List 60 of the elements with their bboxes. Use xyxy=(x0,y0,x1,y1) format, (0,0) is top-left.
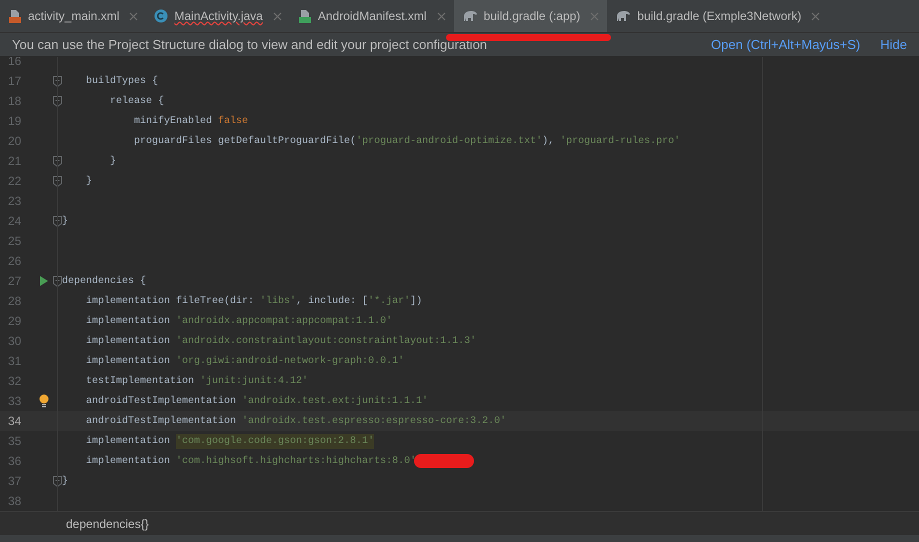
class-icon xyxy=(154,9,168,23)
line-number: 31 xyxy=(7,353,22,370)
line-number: 18 xyxy=(7,93,22,110)
editor-tab[interactable]: AndroidManifest.xml xyxy=(290,0,454,32)
line-number: 27 xyxy=(7,273,22,290)
line-number: 35 xyxy=(7,433,22,450)
editor-tab[interactable]: MainActivity.java xyxy=(146,0,290,32)
code-line: } xyxy=(62,214,68,228)
line-number: 20 xyxy=(7,133,22,150)
line-number: 38 xyxy=(7,493,22,510)
line-number: 30 xyxy=(7,333,22,350)
close-icon[interactable] xyxy=(129,12,138,20)
code-line: testImplementation 'junit:junit:4.12' xyxy=(85,374,308,388)
line-number: 24 xyxy=(7,213,22,230)
editor-tab[interactable]: activity_main.xml xyxy=(0,0,146,32)
code-line: buildTypes { xyxy=(85,74,158,88)
code-line: implementation 'androidx.constraintlayout:constraintlayout:1.1.3' xyxy=(85,334,476,348)
code-line: implementation 'com.google.code.gson:gson:2.8.1' xyxy=(85,434,374,448)
line-number: 21 xyxy=(7,153,22,170)
run-icon[interactable] xyxy=(40,276,48,286)
elephant-icon xyxy=(615,10,632,22)
line-number: 33 xyxy=(7,393,22,410)
banner-link[interactable]: Hide xyxy=(880,34,907,54)
close-icon[interactable] xyxy=(436,12,446,20)
code-line: } xyxy=(62,474,68,488)
editor-tab[interactable]: build.gradle (Exmple3Network) xyxy=(607,0,828,32)
line-number: 36 xyxy=(7,453,22,470)
line-number: 32 xyxy=(7,373,22,390)
code-line: implementation 'org.giwi:android-network-graph:0.0.1' xyxy=(85,354,404,368)
code-line: androidTestImplementation 'androidx.test.ext:junit:1.1.1' xyxy=(85,394,428,408)
code-line: implementation 'androidx.appcompat:appcompat:1.1.0' xyxy=(85,314,392,328)
code-line: implementation 'com.highsoft.highcharts:highcharts:8.0' xyxy=(85,454,416,468)
code-line: proguardFiles getDefaultProguardFile('proguard-android-optimize.txt'), 'proguard-rules.pro' xyxy=(133,134,680,148)
xml-file-icon xyxy=(8,9,22,23)
code-line: dependencies { xyxy=(62,274,146,288)
code-line: } xyxy=(85,174,92,188)
code-line: } xyxy=(109,154,116,168)
line-number: 29 xyxy=(7,313,22,330)
close-icon[interactable] xyxy=(590,12,600,20)
lightbulb-icon[interactable] xyxy=(39,394,49,408)
line-number: 22 xyxy=(7,173,22,190)
close-icon[interactable] xyxy=(811,12,820,20)
line-number: 17 xyxy=(7,73,22,90)
line-number: 23 xyxy=(7,193,22,210)
line-number: 26 xyxy=(7,253,22,270)
banner-link[interactable]: Open (Ctrl+Alt+Mayús+S) xyxy=(711,34,860,54)
elephant-icon xyxy=(462,10,478,22)
line-number: 28 xyxy=(7,293,22,310)
close-icon[interactable] xyxy=(272,12,282,20)
code-line: androidTestImplementation 'androidx.test.espresso:espresso-core:3.2.0' xyxy=(85,414,506,428)
manifest-file-icon xyxy=(298,9,312,23)
banner-message: You can use the Project Structure dialog to view and edit your project configuration xyxy=(12,36,488,54)
breadcrumb[interactable]: dependencies{} xyxy=(66,514,149,532)
line-number: 25 xyxy=(7,233,22,250)
line-number: 19 xyxy=(7,113,22,130)
line-number: 34 xyxy=(7,413,22,430)
line-number: 37 xyxy=(7,473,22,490)
code-line: release { xyxy=(109,94,164,108)
code-line: minifyEnabled false xyxy=(133,114,248,128)
code-line: implementation fileTree(dir: 'libs', include: ['*.jar']) xyxy=(85,294,422,308)
